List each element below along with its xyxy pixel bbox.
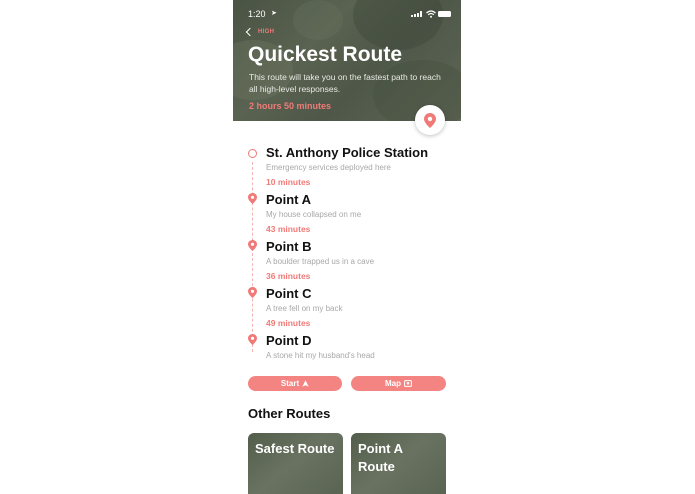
other-routes-title: Other Routes xyxy=(248,406,331,421)
map-button[interactable]: Map xyxy=(351,376,446,391)
stop-time: 10 minutes xyxy=(266,177,311,187)
stop-description: Emergency services deployed here xyxy=(266,163,391,172)
route-header: 1:20 ➤ HIGH Quickest Route This route wi… xyxy=(233,0,461,121)
stop-time: 36 minutes xyxy=(266,271,311,281)
status-time: 1:20 xyxy=(248,9,266,19)
location-arrow-icon: ➤ xyxy=(271,10,277,17)
phone-screen: 1:20 ➤ HIGH Quickest Route This route wi… xyxy=(233,0,461,494)
start-button[interactable]: Start xyxy=(248,376,342,391)
chevron-left-icon xyxy=(245,27,255,37)
back-button[interactable]: HIGH xyxy=(245,26,275,38)
location-pin-icon xyxy=(424,112,436,128)
wifi-icon xyxy=(426,10,436,18)
map-button-label: Map xyxy=(385,379,401,388)
stop-description: A stone hit my husband's head xyxy=(266,351,375,360)
stop-description: A tree fell on my back xyxy=(266,304,343,313)
stop-name: Point C xyxy=(266,286,312,301)
navigation-arrow-icon xyxy=(302,380,309,387)
stop-description: A boulder trapped us in a cave xyxy=(266,257,375,266)
stop-time: 43 minutes xyxy=(266,224,311,234)
route-card-safest[interactable]: Safest Route xyxy=(248,433,343,494)
page-description: This route will take you on the fastest … xyxy=(249,72,441,94)
page-title: Quickest Route xyxy=(248,43,403,66)
stop-name: St. Anthony Police Station xyxy=(266,145,429,160)
location-pin-icon xyxy=(248,334,257,345)
back-label: HIGH xyxy=(258,29,275,35)
status-bar: 1:20 ➤ xyxy=(233,0,461,26)
route-card-title: Safest Route xyxy=(255,441,335,456)
ring-icon xyxy=(248,149,257,158)
route-card-point-a[interactable]: Point A Route xyxy=(351,433,446,494)
map-icon xyxy=(404,380,412,387)
route-card-title: Point A Route xyxy=(358,441,403,474)
location-pin-icon xyxy=(248,287,257,298)
battery-icon xyxy=(438,11,451,17)
stop-name: Point D xyxy=(266,333,312,348)
stop-name: Point B xyxy=(266,239,312,254)
location-button[interactable] xyxy=(415,105,445,135)
location-pin-icon xyxy=(248,240,257,251)
route-duration: 2 hours 50 minutes xyxy=(249,101,332,111)
signal-icon xyxy=(411,11,424,17)
location-pin-icon xyxy=(248,193,257,204)
start-button-label: Start xyxy=(280,379,300,388)
stop-time: 49 minutes xyxy=(266,318,311,328)
timeline-line xyxy=(252,162,253,352)
stop-description: My house collapsed on me xyxy=(266,210,362,219)
stop-name: Point A xyxy=(266,192,312,207)
